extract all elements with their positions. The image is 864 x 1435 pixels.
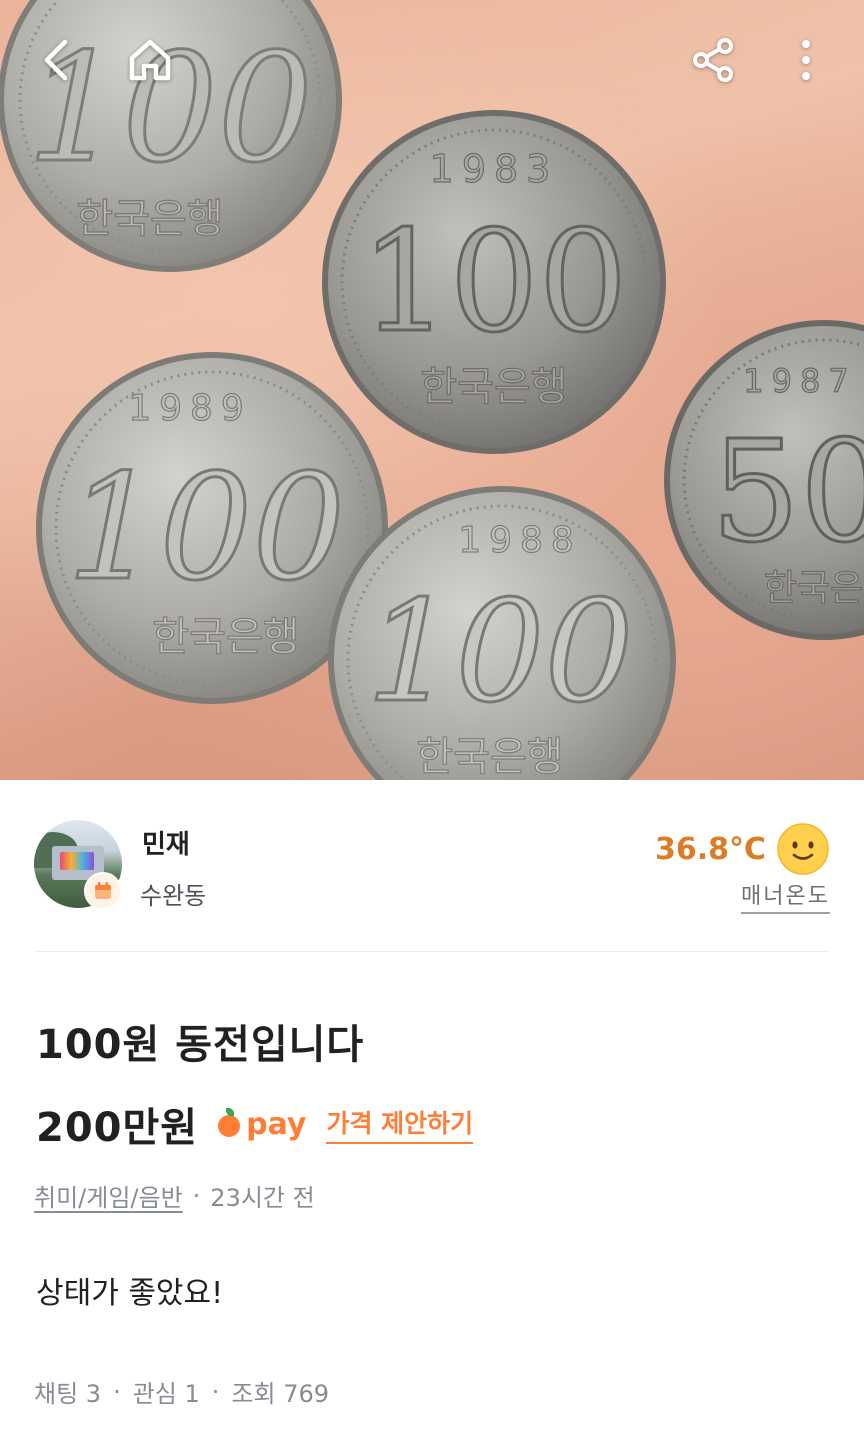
svg-text:한국은행: 한국은행 <box>764 568 864 609</box>
pay-badge: pay <box>218 1107 306 1142</box>
manner-temperature-label[interactable]: 매너온도 <box>741 878 830 914</box>
stats-separator: · <box>113 1377 121 1406</box>
seller-nickname: 민재 <box>142 830 190 860</box>
smile-face-icon <box>777 823 829 875</box>
coin-1983: 1983 100 한국은행 <box>322 110 666 454</box>
svg-text:한국은행: 한국은행 <box>152 614 299 660</box>
category-link[interactable]: 취미/게임/음반 <box>34 1178 183 1213</box>
svg-text:1989: 1989 <box>128 388 252 429</box>
carrot-pay-icon <box>218 1108 241 1137</box>
listing-stats: 채팅 3 · 관심 1 · 조회 769 <box>34 1374 329 1409</box>
svg-text:50: 50 <box>711 411 864 574</box>
pay-label: pay <box>246 1106 307 1142</box>
svg-text:한국은행: 한국은행 <box>420 364 567 410</box>
svg-text:100: 100 <box>360 201 627 364</box>
svg-text:100: 100 <box>67 443 346 613</box>
stats-separator: · <box>211 1377 220 1406</box>
manner-temperature[interactable]: 36.8°C <box>655 822 830 876</box>
region-badge <box>84 872 122 910</box>
home-button[interactable] <box>120 30 180 90</box>
more-button[interactable] <box>776 30 836 90</box>
more-vertical-icon <box>802 40 810 80</box>
svg-text:한국은행: 한국은행 <box>76 196 223 242</box>
svg-text:1983: 1983 <box>430 147 559 191</box>
back-button[interactable] <box>26 30 86 90</box>
listing-meta: 취미/게임/음반 · 23시간 전 <box>34 1178 315 1213</box>
product-photo[interactable]: 100 한국은행 1983 100 한국은행 1989 100 한국은행 198… <box>0 0 864 780</box>
home-icon <box>129 39 171 81</box>
coin-1987: 1987 50 한국은행 <box>664 320 864 640</box>
chat-count: 채팅 3 <box>34 1380 102 1408</box>
listing-title: 100원 동전입니다 <box>36 1022 365 1068</box>
svg-text:한국은행: 한국은행 <box>416 734 563 780</box>
coins-image: 100 한국은행 1983 100 한국은행 1989 100 한국은행 198… <box>0 0 864 780</box>
seller-profile[interactable]: 민재 수완동 36.8°C 매너온도 <box>34 820 830 914</box>
price-offer-link[interactable]: 가격 제안하기 <box>326 1104 474 1144</box>
meta-separator: · <box>192 1181 201 1210</box>
price-row: 200만원 pay 가격 제안하기 <box>36 1096 474 1152</box>
svg-text:1988: 1988 <box>458 520 582 561</box>
temperature-value: 36.8°C <box>654 831 766 867</box>
share-icon <box>693 38 733 82</box>
listing-description: 상태가 좋았요! <box>36 1276 224 1311</box>
seller-region: 수완동 <box>140 882 207 910</box>
chevron-left-icon <box>44 39 68 81</box>
calendar-icon <box>95 882 111 899</box>
view-count: 조회 769 <box>231 1380 330 1408</box>
svg-text:100: 100 <box>366 571 633 734</box>
posted-time: 23시간 전 <box>210 1184 315 1212</box>
svg-text:1987: 1987 <box>743 362 856 400</box>
divider <box>34 951 830 952</box>
share-button[interactable] <box>684 30 744 90</box>
listing-price: 200만원 <box>36 1105 199 1151</box>
like-count: 관심 1 <box>132 1380 200 1408</box>
